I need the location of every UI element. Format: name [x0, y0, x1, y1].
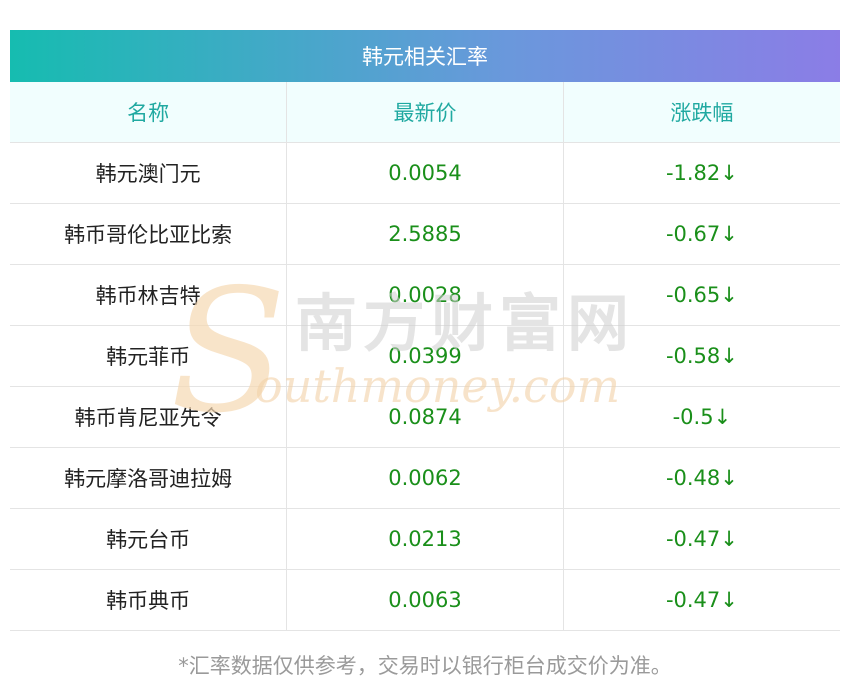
- exchange-rate-card: 韩元相关汇率 名称 最新价 涨跌幅 韩元澳门元 0.0054 -1.82↓ 韩币…: [10, 30, 840, 631]
- table-row[interactable]: 韩元摩洛哥迪拉姆 0.0062 -0.48↓: [10, 447, 840, 509]
- table-row[interactable]: 韩币哥伦比亚比索 2.5885 -0.67↓: [10, 203, 840, 265]
- change-percent: -0.65↓: [562, 264, 840, 326]
- change-percent: -0.58↓: [562, 325, 840, 387]
- currency-name: 韩币肯尼亚先令: [10, 386, 287, 448]
- disclaimer-note: *汇率数据仅供参考，交易时以银行柜台成交价为准。: [178, 654, 672, 678]
- latest-price: 0.0054: [286, 142, 564, 204]
- change-percent: -1.82↓: [562, 142, 840, 204]
- latest-price: 0.0063: [286, 569, 564, 631]
- table-row[interactable]: 韩币肯尼亚先令 0.0874 -0.5↓: [10, 386, 840, 448]
- change-percent: -0.67↓: [562, 203, 840, 265]
- currency-name: 韩元摩洛哥迪拉姆: [10, 447, 287, 509]
- table-row[interactable]: 韩元台币 0.0213 -0.47↓: [10, 508, 840, 570]
- currency-name: 韩币林吉特: [10, 264, 287, 326]
- currency-name: 韩币典币: [10, 569, 287, 631]
- column-header-name: 名称: [10, 82, 287, 143]
- latest-price: 0.0213: [286, 508, 564, 570]
- change-percent: -0.5↓: [562, 386, 840, 448]
- latest-price: 0.0399: [286, 325, 564, 387]
- table-title: 韩元相关汇率: [10, 30, 840, 82]
- change-percent: -0.47↓: [562, 569, 840, 631]
- latest-price: 0.0062: [286, 447, 564, 509]
- table-row[interactable]: 韩币典币 0.0063 -0.47↓: [10, 569, 840, 631]
- currency-name: 韩元台币: [10, 508, 287, 570]
- latest-price: 2.5885: [286, 203, 564, 265]
- change-percent: -0.48↓: [562, 447, 840, 509]
- currency-name: 韩币哥伦比亚比索: [10, 203, 287, 265]
- column-header-change: 涨跌幅: [562, 82, 840, 143]
- latest-price: 0.0874: [286, 386, 564, 448]
- latest-price: 0.0028: [286, 264, 564, 326]
- table-row[interactable]: 韩元菲币 0.0399 -0.58↓: [10, 325, 840, 387]
- exchange-rate-table: 名称 最新价 涨跌幅 韩元澳门元 0.0054 -1.82↓ 韩币哥伦比亚比索 …: [10, 82, 840, 631]
- table-row[interactable]: 韩币林吉特 0.0028 -0.65↓: [10, 264, 840, 326]
- change-percent: -0.47↓: [562, 508, 840, 570]
- table-header-row: 名称 最新价 涨跌幅: [10, 82, 840, 143]
- table-row[interactable]: 韩元澳门元 0.0054 -1.82↓: [10, 142, 840, 204]
- currency-name: 韩元菲币: [10, 325, 287, 387]
- currency-name: 韩元澳门元: [10, 142, 287, 204]
- column-header-price: 最新价: [286, 82, 564, 143]
